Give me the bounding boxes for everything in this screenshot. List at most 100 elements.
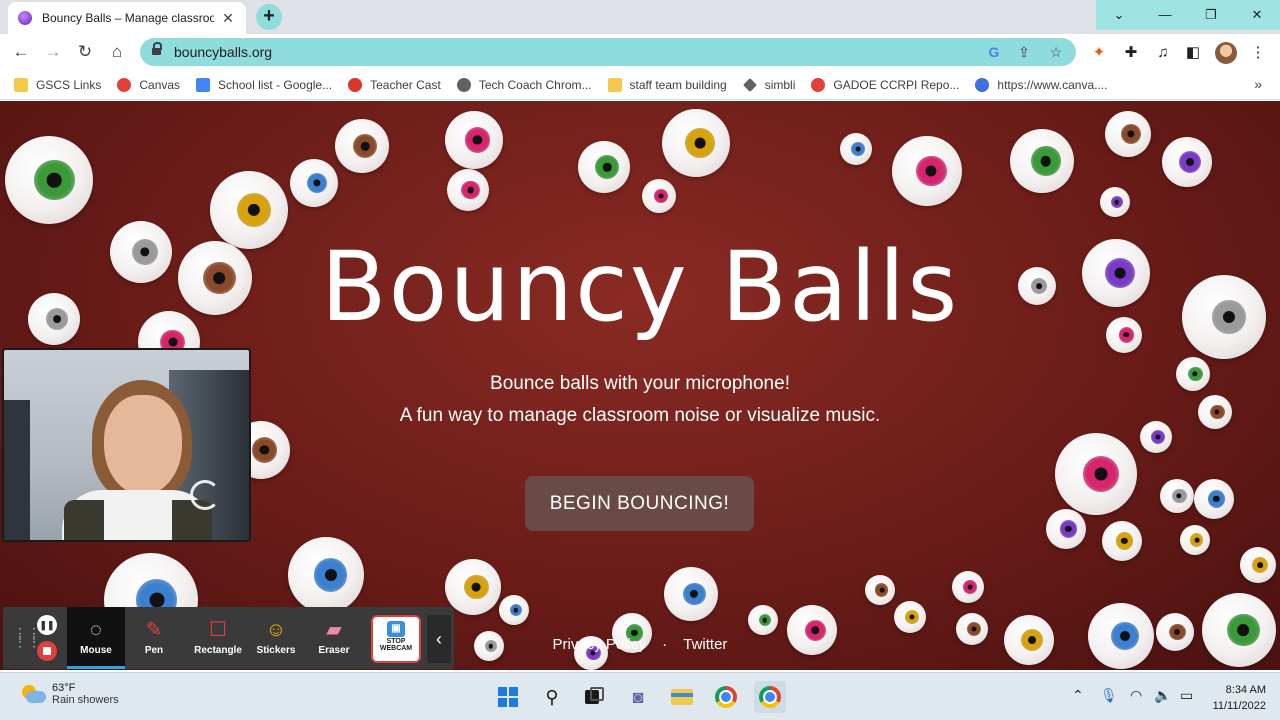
minimize-button[interactable]: — bbox=[1142, 0, 1188, 30]
lock-icon[interactable] bbox=[152, 42, 162, 57]
extension-flame-icon[interactable]: ✦ bbox=[1088, 42, 1110, 64]
weather-temperature: 63°F bbox=[52, 682, 76, 694]
forward-icon[interactable]: → bbox=[40, 39, 66, 65]
drag-handle-icon[interactable]: ⋮⋮ ⋮⋮ bbox=[13, 626, 41, 648]
active-tab[interactable]: Bouncy Balls – Manage classroom ✕ bbox=[8, 2, 246, 34]
eyeball-pupil bbox=[1176, 493, 1182, 499]
collapse-toolbar-icon[interactable]: ‹ bbox=[427, 615, 451, 663]
clock-date: 11/11/2022 bbox=[1212, 700, 1266, 712]
reload-icon[interactable]: ↻ bbox=[72, 39, 98, 65]
bookmark-canvas[interactable]: Canvas bbox=[117, 77, 180, 92]
bookmark-tech-coach[interactable]: Tech Coach Chrom... bbox=[456, 77, 592, 92]
show-hidden-icons-icon[interactable]: ⌃ bbox=[1072, 687, 1084, 704]
new-tab-button[interactable]: + bbox=[256, 4, 282, 30]
weather-widget[interactable]: 63°F Rain showers bbox=[20, 682, 119, 706]
teams-chat-icon[interactable]: ◙ bbox=[622, 681, 654, 713]
search-icon[interactable]: ⚲ bbox=[536, 681, 568, 713]
webcam-icon: ▣ bbox=[387, 621, 405, 637]
eyeball-pink bbox=[892, 136, 962, 206]
stickers-tool-button[interactable]: ☺ Stickers bbox=[251, 607, 301, 669]
bookmark-star-icon[interactable]: ☆ bbox=[1046, 42, 1066, 62]
bookmark-gscs-links[interactable]: GSCS Links bbox=[14, 77, 101, 92]
rain-showers-icon bbox=[20, 683, 46, 705]
eyeball-green bbox=[578, 141, 630, 193]
window-controls: ⌄ — ❐ ✕ bbox=[1096, 0, 1280, 30]
eyeball-pupil bbox=[855, 146, 861, 152]
privacy-policy-link[interactable]: Privacy Policy bbox=[553, 636, 646, 653]
task-view-icon[interactable] bbox=[578, 681, 610, 713]
bouncyballs-favicon-icon bbox=[18, 11, 32, 25]
chrome-icon[interactable] bbox=[710, 681, 742, 713]
battery-icon[interactable]: ▭ bbox=[1180, 687, 1193, 704]
profile-avatar[interactable] bbox=[1215, 42, 1237, 64]
bookmark-staff-team-building[interactable]: staff team building bbox=[607, 77, 727, 92]
side-panel-icon[interactable]: ◧ bbox=[1182, 42, 1204, 64]
restore-button[interactable]: ❐ bbox=[1188, 0, 1234, 30]
back-icon[interactable]: ← bbox=[8, 39, 34, 65]
eyeball-pupil bbox=[46, 172, 62, 188]
eyeball-pupil bbox=[1040, 155, 1052, 167]
eyeball-blue bbox=[840, 133, 872, 165]
loading-spinner-icon bbox=[190, 480, 220, 510]
rectangle-tool-button[interactable]: ☐ Rectangle bbox=[187, 607, 249, 669]
bookmark-gadoe-ccrpi[interactable]: GADOE CCRPI Repo... bbox=[811, 77, 959, 92]
google-icon bbox=[811, 77, 826, 92]
eraser-icon: ▰ bbox=[326, 619, 342, 641]
eyeball-brown bbox=[1105, 111, 1151, 157]
share-icon[interactable]: ⇪ bbox=[1014, 42, 1034, 62]
eyeball-iris bbox=[682, 582, 706, 606]
eyeball-pupil bbox=[811, 626, 819, 634]
stop-webcam-button[interactable]: ▣ STOP WEBCAM bbox=[371, 615, 421, 663]
wifi-icon[interactable]: ◠ bbox=[1130, 687, 1142, 704]
file-explorer-icon[interactable] bbox=[666, 681, 698, 713]
more-bookmarks-icon[interactable]: » bbox=[1254, 76, 1262, 92]
eyeball-iris bbox=[1252, 557, 1269, 573]
eraser-tool-button[interactable]: ▰ Eraser bbox=[309, 607, 359, 669]
extensions-puzzle-icon[interactable]: ✚ bbox=[1120, 42, 1142, 64]
media-controls-icon[interactable]: ♫ bbox=[1152, 42, 1174, 64]
mouse-tool-label: Mouse bbox=[80, 645, 112, 656]
microphone-icon[interactable]: 🎙 bbox=[1100, 687, 1118, 704]
eyeball-iris bbox=[1207, 490, 1226, 508]
browser-toolbar: ← → ↻ ⌂ bouncyballs.org G ⇪ ☆ ✦ ✚ ♫ ◧ ⋮ bbox=[0, 34, 1280, 70]
bookmark-simbli[interactable]: simbli bbox=[742, 78, 795, 92]
eyeball-pupil bbox=[762, 617, 768, 623]
pen-tool-button[interactable]: ✎ Pen bbox=[129, 607, 179, 669]
bookmark-teacher-cast[interactable]: Teacher Cast bbox=[348, 77, 441, 92]
presenter-face bbox=[104, 395, 182, 495]
eyeball-iris bbox=[313, 558, 348, 592]
bookmark-school-list[interactable]: School list - Google... bbox=[196, 77, 332, 92]
chrome-profile-icon[interactable] bbox=[754, 681, 786, 713]
system-clock[interactable]: 8:34 AM 11/11/2022 bbox=[1213, 682, 1266, 714]
more-menu-icon[interactable]: ⋮ bbox=[1247, 42, 1269, 64]
begin-bouncing-button[interactable]: BEGIN BOUNCING! bbox=[525, 476, 754, 531]
twitter-link[interactable]: Twitter bbox=[683, 636, 727, 653]
eyeball-pupil bbox=[694, 137, 706, 149]
address-bar[interactable]: bouncyballs.org G ⇪ ☆ bbox=[140, 38, 1076, 66]
eyeball-pupil bbox=[658, 193, 664, 199]
close-tab-icon[interactable]: ✕ bbox=[220, 10, 236, 27]
eyeball-iris bbox=[875, 583, 889, 597]
home-icon[interactable]: ⌂ bbox=[104, 39, 130, 65]
eyeball-pupil bbox=[1114, 199, 1120, 205]
eyeball-iris bbox=[966, 621, 981, 637]
tab-search-icon[interactable]: ⌄ bbox=[1096, 0, 1142, 30]
eyeball-pupil bbox=[879, 587, 885, 593]
eyeball-iris bbox=[963, 580, 977, 594]
eyeball-pupil bbox=[1257, 562, 1263, 568]
google-lens-icon[interactable]: G bbox=[984, 42, 1004, 62]
close-window-button[interactable]: ✕ bbox=[1234, 0, 1280, 30]
url-text[interactable]: bouncyballs.org bbox=[174, 44, 272, 60]
eyeball-pupil bbox=[690, 589, 699, 599]
webcam-preview[interactable] bbox=[2, 348, 251, 542]
start-button[interactable] bbox=[492, 681, 524, 713]
eyeball-iris bbox=[685, 128, 716, 158]
mouse-tool-button[interactable]: ◌ Mouse bbox=[67, 607, 125, 669]
bookmark-canva[interactable]: https://www.canva.... bbox=[975, 77, 1107, 92]
volume-icon[interactable]: 🔈 bbox=[1154, 687, 1171, 704]
stop-recording-icon[interactable] bbox=[37, 641, 57, 661]
eyeball-brown bbox=[865, 575, 895, 605]
pause-recording-icon[interactable]: ❚❚ bbox=[37, 615, 57, 635]
pen-tool-label: Pen bbox=[144, 645, 164, 656]
eyeball-purple bbox=[1100, 187, 1130, 217]
